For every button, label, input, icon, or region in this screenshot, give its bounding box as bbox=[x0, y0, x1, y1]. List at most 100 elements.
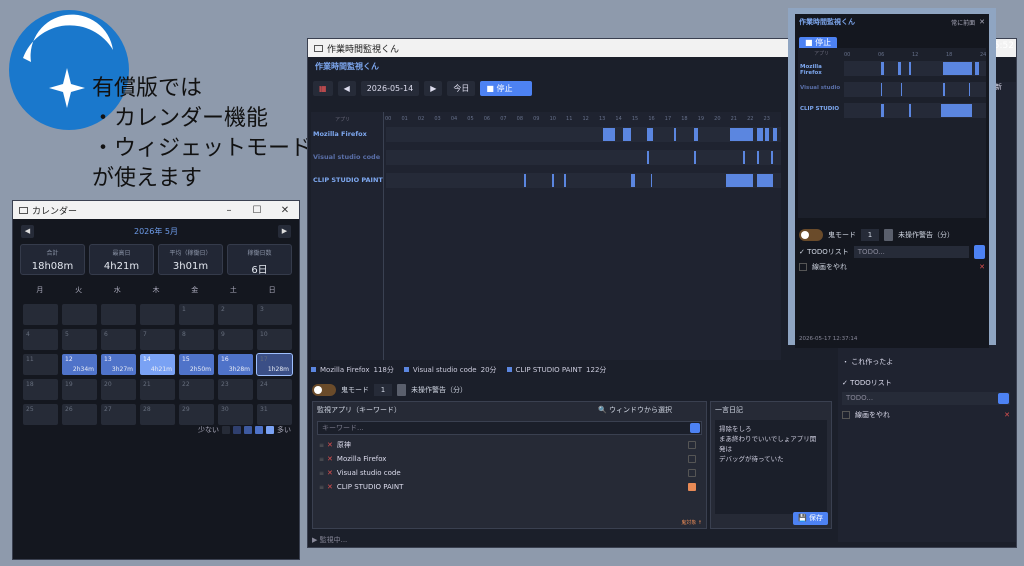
widget-add-todo-button[interactable] bbox=[974, 245, 985, 259]
today-button[interactable]: 今日 bbox=[447, 80, 476, 96]
calendar-day[interactable]: 22 bbox=[179, 379, 214, 400]
drag-handle-icon[interactable]: ≡ bbox=[319, 442, 324, 449]
widget-window: 作業時間監視くん 常に前面 ✕ ■ 停止 アプリ 00 06 12 18 24 Mozi… bbox=[788, 8, 996, 348]
delete-keyword-icon[interactable]: ✕ bbox=[327, 455, 333, 463]
calendar-day[interactable]: 26 bbox=[62, 404, 97, 425]
hour-tick: 03 bbox=[434, 116, 441, 122]
calendar-day[interactable]: 28 bbox=[140, 404, 175, 425]
widget-todo-input[interactable]: TODO... bbox=[853, 246, 969, 258]
calendar-day[interactable]: 16 3h28m bbox=[218, 354, 253, 375]
delete-keyword-icon[interactable]: ✕ bbox=[327, 441, 333, 449]
calendar-day[interactable]: 5 bbox=[62, 329, 97, 350]
oni-target-checkbox[interactable] bbox=[688, 441, 696, 449]
day-number: 25 bbox=[26, 406, 34, 413]
close-icon[interactable]: ✕ bbox=[271, 205, 299, 216]
select-from-window-button[interactable]: 🔍 ウィンドウから選択 bbox=[598, 405, 672, 415]
calendar-day[interactable]: 4 bbox=[23, 329, 58, 350]
legend-less: 少ない bbox=[198, 426, 219, 434]
diary-textarea[interactable]: 掃除をしろ まあ終わりでいいでしょアプリ開 発は デバッグが待っていた bbox=[715, 420, 827, 514]
widget-title: 作業時間監視くん bbox=[799, 18, 855, 26]
stop-button[interactable]: ■ 停止 bbox=[480, 80, 533, 96]
calendar-icon[interactable]: ▦ bbox=[313, 80, 333, 96]
prev-day-button[interactable]: ◀ bbox=[337, 80, 356, 96]
calendar-day[interactable]: 1 bbox=[179, 304, 214, 325]
calendar-day[interactable]: 31 bbox=[257, 404, 292, 425]
day-number: 28 bbox=[143, 406, 151, 413]
calendar-day[interactable]: 10 bbox=[257, 329, 292, 350]
todo-checkbox[interactable] bbox=[842, 411, 850, 419]
calendar-day[interactable]: 15 2h50m bbox=[179, 354, 214, 375]
calendar-day bbox=[101, 304, 136, 325]
calendar-day[interactable]: 27 bbox=[101, 404, 136, 425]
widget-todo-checkbox[interactable] bbox=[799, 263, 807, 271]
calendar-day[interactable]: 19 bbox=[62, 379, 97, 400]
calendar-day[interactable]: 24 bbox=[257, 379, 292, 400]
calendar-day[interactable]: 14 4h21m bbox=[140, 354, 175, 375]
drag-handle-icon[interactable]: ≡ bbox=[319, 470, 324, 477]
delete-keyword-icon[interactable]: ✕ bbox=[327, 469, 333, 477]
oni-target-checkbox[interactable] bbox=[688, 469, 696, 477]
drag-handle-icon[interactable]: ≡ bbox=[319, 456, 324, 463]
delete-todo-icon[interactable]: ✕ bbox=[1004, 411, 1010, 419]
calendar-day[interactable]: 12 2h34m bbox=[62, 354, 97, 375]
always-on-top-toggle[interactable]: 常に前面 bbox=[951, 18, 975, 27]
minimize-icon[interactable]: – bbox=[215, 205, 243, 216]
calendar-day[interactable]: 11 bbox=[23, 354, 58, 375]
keyword-name: Mozilla Firefox bbox=[336, 455, 387, 463]
keyword-input[interactable]: キーワード... bbox=[317, 421, 702, 435]
calendar-day[interactable]: 18 bbox=[23, 379, 58, 400]
calendar-day[interactable]: 20 bbox=[101, 379, 136, 400]
widget-idle-input[interactable]: 1 bbox=[861, 229, 879, 241]
calendar-day[interactable]: 13 3h27m bbox=[101, 354, 136, 375]
oni-target-checkbox[interactable] bbox=[688, 455, 696, 463]
day-total: 3h27m bbox=[111, 366, 133, 373]
day-number: 27 bbox=[104, 406, 112, 413]
idle-minutes-input[interactable]: 1 bbox=[374, 384, 392, 396]
calendar-day[interactable]: 25 bbox=[23, 404, 58, 425]
delete-keyword-icon[interactable]: ✕ bbox=[327, 483, 333, 491]
drag-handle-icon[interactable]: ≡ bbox=[319, 484, 324, 491]
oni-target-checkbox[interactable] bbox=[688, 483, 696, 491]
calendar-day[interactable]: 29 bbox=[179, 404, 214, 425]
timeline-bar bbox=[773, 128, 778, 141]
widget-delete-todo-icon[interactable]: ✕ bbox=[979, 263, 985, 271]
calendar-titlebar[interactable]: カレンダー – ☐ ✕ bbox=[13, 201, 299, 219]
calendar-day[interactable]: 2 bbox=[218, 304, 253, 325]
calendar-day[interactable]: 9 bbox=[218, 329, 253, 350]
save-button[interactable]: 💾 保存 bbox=[793, 512, 828, 525]
timeline-bar bbox=[551, 174, 554, 187]
calendar-day[interactable]: 17 1h28m bbox=[256, 353, 293, 376]
add-keyword-button[interactable] bbox=[690, 423, 700, 433]
widget-idle-stepper[interactable] bbox=[884, 229, 893, 241]
stat-card: 合計 18h08m bbox=[20, 244, 85, 275]
calendar-day[interactable]: 8 bbox=[179, 329, 214, 350]
date-display[interactable]: 2026-05-14 bbox=[360, 80, 420, 96]
hour-tick: 01 bbox=[401, 116, 408, 122]
hour-tick: 11 bbox=[566, 116, 573, 122]
calendar-day[interactable]: 7 bbox=[140, 329, 175, 350]
day-total: 1h28m bbox=[267, 366, 289, 373]
add-todo-button[interactable] bbox=[998, 393, 1009, 404]
stat-card: 稼働日数 6日 bbox=[227, 244, 292, 276]
hour-tick: 23 bbox=[763, 116, 770, 122]
calendar-day[interactable]: 21 bbox=[140, 379, 175, 400]
widget-oni-toggle[interactable] bbox=[799, 229, 823, 241]
oni-mode-toggle[interactable] bbox=[312, 384, 336, 396]
idle-minutes-stepper[interactable] bbox=[397, 384, 406, 396]
hour-tick: 08 bbox=[516, 116, 524, 122]
todo-input[interactable]: TODO... bbox=[842, 392, 1010, 405]
hour-tick: 04 bbox=[450, 116, 458, 122]
timeline-bar bbox=[646, 151, 649, 164]
summary-dot bbox=[506, 367, 512, 372]
calendar-day[interactable]: 6 bbox=[101, 329, 136, 350]
maximize-icon[interactable]: ☐ bbox=[243, 205, 271, 216]
widget-timeline-bar bbox=[974, 62, 979, 75]
weekday-label: 金 bbox=[191, 286, 199, 294]
next-day-button[interactable]: ▶ bbox=[424, 80, 443, 96]
calendar-day[interactable]: 3 bbox=[257, 304, 292, 325]
prev-month-button[interactable]: ◀ bbox=[21, 225, 34, 238]
calendar-day[interactable]: 30 bbox=[218, 404, 253, 425]
calendar-day[interactable]: 23 bbox=[218, 379, 253, 400]
next-month-button[interactable]: ▶ bbox=[278, 225, 291, 238]
close-icon[interactable]: ✕ bbox=[979, 18, 985, 26]
